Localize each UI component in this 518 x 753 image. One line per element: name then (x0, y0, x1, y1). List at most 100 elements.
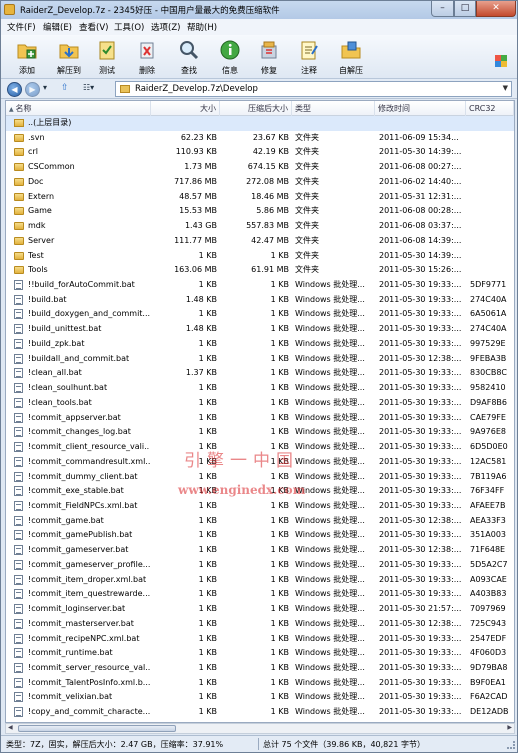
minimize-button[interactable]: – (431, 1, 454, 17)
file-row[interactable]: !!build_forAutoCommit.bat 1 KB 1 KB Windows… (6, 278, 514, 293)
cell-type: Windows 批处理... (295, 574, 365, 584)
menu-file[interactable]: 文件(F) (7, 21, 36, 33)
column-crc[interactable]: CRC32 (466, 101, 514, 116)
cell-type: Windows 批处理... (295, 309, 365, 319)
file-row[interactable]: !build_zpk.bat 1 KB 1 KB Windows 批处理... 2011… (6, 337, 514, 352)
file-row[interactable]: Doc 717.86 MB 272.08 MB 文件夹 2011-06-02 14:40… (6, 175, 514, 190)
back-button[interactable]: ◀ (7, 82, 22, 97)
file-row[interactable]: !buildall_and_commit.bat 1 KB 1 KB Windows … (6, 352, 514, 367)
menu-tools[interactable]: 工具(O) (114, 21, 144, 33)
skin-icon[interactable] (495, 55, 507, 67)
delete-button[interactable]: 删除 (125, 38, 169, 78)
up-folder-icon[interactable]: ⇧ (61, 83, 69, 95)
cell-modified: 2011-05-30 19:33:... (379, 500, 462, 510)
file-row[interactable]: !copy_and_commit_characte... 1 KB 1 KB Wind… (6, 705, 514, 720)
file-row[interactable]: !commit_runtime.bat 1 KB 1 KB Windows 批处理..… (6, 646, 514, 661)
scroll-right-icon[interactable]: ▶ (507, 724, 512, 731)
file-row[interactable]: !commit_velixian.bat 1 KB 1 KB Windows 批处理.… (6, 690, 514, 705)
cell-name: !commit_commandresult.xml... (28, 456, 150, 466)
horizontal-scrollbar[interactable]: ◀ ▶ (5, 723, 515, 734)
file-row[interactable]: !commit_server_resource_val... 1 KB 1 KB Wi… (6, 661, 514, 676)
test-button[interactable]: 测试 (85, 38, 129, 78)
file-list[interactable]: ▲ 名称 大小 压缩后大小 类型 修改时间 CRC32 ..(上层目录) .svn… (5, 100, 515, 723)
cell-name: Doc (28, 176, 44, 186)
file-row[interactable]: crl 110.93 KB 42.19 KB 文件夹 2011-05-30 14:39:… (6, 145, 514, 160)
history-dropdown-icon[interactable]: ▾ (43, 83, 47, 95)
menu-edit[interactable]: 编辑(E) (43, 21, 72, 33)
cell-modified: 2011-05-30 19:33:... (379, 397, 462, 407)
file-row[interactable]: !commit_appserver.bat 1 KB 1 KB Windows 批处理… (6, 411, 514, 426)
file-row[interactable]: !build_doxygen_and_commit... 1 KB 1 KB Wind… (6, 307, 514, 322)
file-row[interactable]: !commit_recipeNPC.xml.bat 1 KB 1 KB Windows… (6, 632, 514, 647)
sfx-button[interactable]: 自解压 (329, 38, 373, 78)
cell-type: Windows 批处理... (295, 545, 365, 555)
scrollbar-thumb[interactable] (18, 725, 176, 732)
maximize-button[interactable]: □ (454, 1, 476, 17)
file-row[interactable]: !commit_loginserver.bat 1 KB 1 KB Windows 批… (6, 602, 514, 617)
menu-view[interactable]: 查看(V) (79, 21, 108, 33)
close-button[interactable]: ✕ (476, 1, 516, 17)
scroll-left-icon[interactable]: ◀ (8, 724, 13, 731)
cell-name: Test (28, 250, 44, 260)
cell-crc: 12AC581 (470, 456, 507, 466)
file-row[interactable]: !commit_gamePublish.bat 1 KB 1 KB Windows 批… (6, 528, 514, 543)
file-row[interactable]: !build_unittest.bat 1.48 KB 1 KB Windows 批处… (6, 322, 514, 337)
chevron-down-icon[interactable]: ▼ (503, 84, 508, 92)
repair-label: 修复 (261, 66, 277, 75)
file-row[interactable]: CSCommon 1.73 MB 674.15 KB 文件夹 2011-06-08 00… (6, 160, 514, 175)
comment-button[interactable]: 注释 (287, 38, 331, 78)
up-folder-icon (14, 119, 24, 127)
cell-modified: 2011-05-30 19:33:... (379, 456, 462, 466)
archive-info: 类型：7Z，固实，解压后大小：2.47 GB，压缩率：37.91% (6, 740, 224, 749)
file-row[interactable]: !commit_item_questrewarde... 1 KB 1 KB Wind… (6, 587, 514, 602)
resize-grip-icon[interactable] (507, 741, 515, 749)
view-mode-icon[interactable]: ☷▾ (83, 83, 94, 95)
folder-icon (14, 266, 24, 275)
cell-size: 1 KB (198, 589, 217, 599)
parent-directory-row[interactable]: ..(上层目录) (6, 116, 514, 131)
file-row[interactable]: mdk 1.43 GB 557.83 MB 文件夹 2011-06-08 03:37:.… (6, 219, 514, 234)
column-type[interactable]: 类型 (292, 101, 375, 116)
cell-type: Windows 批处理... (295, 633, 365, 643)
file-row[interactable]: !commit_game.bat 1 KB 1 KB Windows 批处理... 20… (6, 514, 514, 529)
file-row[interactable]: !build.bat 1.48 KB 1 KB Windows 批处理... 2011-… (6, 293, 514, 308)
menu-options[interactable]: 选项(Z) (151, 21, 180, 33)
file-row[interactable]: Server 111.77 MB 42.47 MB 文件夹 2011-06-08 14:… (6, 234, 514, 249)
repair-button[interactable]: 修复 (247, 38, 291, 78)
file-row[interactable]: !commit_gameserver.bat 1 KB 1 KB Windows 批处… (6, 543, 514, 558)
column-header: ▲ 名称 大小 压缩后大小 类型 修改时间 CRC32 (6, 101, 514, 116)
column-size[interactable]: 大小 (151, 101, 220, 116)
file-row[interactable]: !commit_masterserver.bat 1 KB 1 KB Windows … (6, 617, 514, 632)
address-bar[interactable]: RaiderZ_Develop.7z\Develop ▼ (115, 81, 512, 97)
folder-icon (14, 177, 24, 186)
file-row[interactable]: Extern 48.57 MB 18.46 MB 文件夹 2011-05-31 12:3… (6, 190, 514, 205)
cell-size: 110.93 KB (175, 147, 217, 157)
file-row[interactable]: !commit_item_droper.xml.bat 1 KB 1 KB Windo… (6, 573, 514, 588)
column-name[interactable]: ▲ 名称 (6, 101, 151, 116)
file-row[interactable]: Tools 163.06 MB 61.91 MB 文件夹 2011-05-30 15:2… (6, 263, 514, 278)
file-row[interactable]: Test 1 KB 1 KB 文件夹 2011-05-30 14:39:... (6, 249, 514, 264)
file-row[interactable]: !commit_TalentPosInfo.xml.b... 1 KB 1 KB Wi… (6, 676, 514, 691)
file-row[interactable]: !clean_soulhunt.bat 1 KB 1 KB Windows 批处理..… (6, 381, 514, 396)
info-button[interactable]: 信息 (208, 38, 252, 78)
title-bar[interactable]: RaiderZ_Develop.7z - 2345好压 - 中国用户量最大的免费… (1, 1, 517, 19)
menu-help[interactable]: 帮助(H) (187, 21, 217, 33)
file-row[interactable]: !clean_all.bat 1.37 KB 1 KB Windows 批处理... 2… (6, 366, 514, 381)
file-row[interactable]: !commit_gameserver_profile... 1 KB 1 KB Win… (6, 558, 514, 573)
cell-type: Windows 批处理... (295, 294, 365, 304)
column-modified[interactable]: 修改时间 (375, 101, 466, 116)
sfx-icon (341, 41, 361, 59)
cell-name: !commit_gameserver.bat (28, 545, 129, 555)
file-row[interactable]: !clean_tools.bat 1 KB 1 KB Windows 批处理... 20… (6, 396, 514, 411)
file-row[interactable]: Game 15.53 MB 5.86 MB 文件夹 2011-06-08 00:28:.… (6, 204, 514, 219)
forward-button[interactable]: ▶ (25, 82, 40, 97)
file-row[interactable]: !commit_FieldNPCs.xml.bat 1 KB 1 KB Windows… (6, 499, 514, 514)
add-button[interactable]: 添加 (5, 38, 49, 78)
cell-packed: 18.46 MB (251, 191, 289, 201)
file-row[interactable]: !commit_changes_log.bat 1 KB 1 KB Windows 批… (6, 425, 514, 440)
delete-icon (140, 42, 154, 59)
file-row[interactable]: .svn 62.23 KB 23.67 KB 文件夹 2011-06-09 15:34.… (6, 131, 514, 146)
cell-crc: D9AF8B6 (470, 397, 507, 407)
search-button[interactable]: 查找 (167, 38, 211, 78)
column-packed[interactable]: 压缩后大小 (220, 101, 292, 116)
